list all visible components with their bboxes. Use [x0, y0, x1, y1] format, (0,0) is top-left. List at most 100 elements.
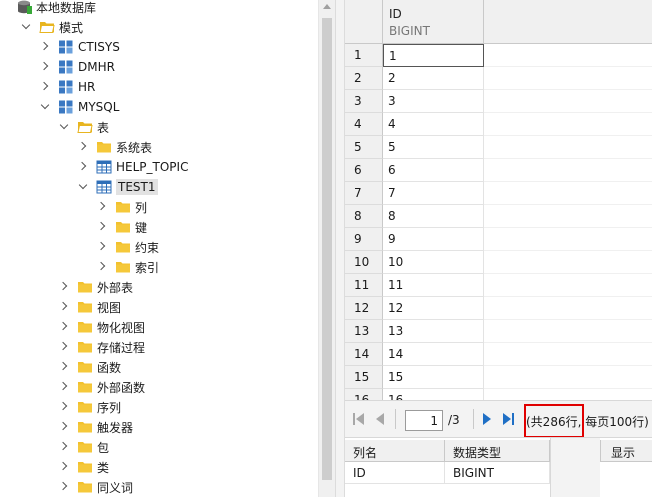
chevron-right-icon[interactable]	[40, 62, 50, 72]
props-cell-column-name[interactable]: ID	[345, 462, 445, 484]
cell-id[interactable]: 3	[383, 90, 484, 113]
row-number[interactable]: 7	[345, 182, 383, 205]
grid-corner[interactable]	[345, 0, 383, 44]
cell-id[interactable]: 12	[383, 297, 484, 320]
table-row[interactable]: 33	[345, 90, 652, 113]
tree-item[interactable]: 模式	[21, 17, 83, 37]
tree-item[interactable]: CTISYS	[40, 37, 120, 57]
table-row[interactable]: 77	[345, 182, 652, 205]
tree-item[interactable]: 列	[97, 197, 147, 217]
chevron-right-icon[interactable]	[59, 362, 69, 372]
tree-item[interactable]: 键	[97, 217, 147, 237]
tree-item[interactable]: 约束	[97, 237, 159, 257]
cell-id[interactable]: 10	[383, 251, 484, 274]
table-row[interactable]: 15 15	[345, 366, 652, 389]
chevron-right-icon[interactable]	[78, 142, 88, 152]
scroll-up-icon[interactable]	[323, 4, 331, 9]
table-row[interactable]: 55	[345, 136, 652, 159]
tree-item[interactable]: DMHR	[40, 57, 115, 77]
chevron-right-icon[interactable]	[59, 402, 69, 412]
row-number[interactable]: 9	[345, 228, 383, 251]
column-header-id[interactable]: ID BIGINT	[383, 0, 484, 44]
panel-splitter[interactable]	[335, 0, 345, 497]
row-number[interactable]: 5	[345, 136, 383, 159]
props-splitter[interactable]	[550, 438, 600, 497]
table-row[interactable]: 66	[345, 159, 652, 182]
tree-item[interactable]: 视图	[59, 297, 121, 317]
row-number[interactable]: 4	[345, 113, 383, 136]
tree-item[interactable]: 外部表	[59, 277, 133, 297]
cell-id[interactable]: 16	[383, 389, 484, 400]
row-number[interactable]: 10	[345, 251, 383, 274]
page-number-input[interactable]: 1	[405, 410, 443, 431]
tree-item[interactable]: 系统表	[78, 137, 152, 157]
props-header-column-name[interactable]: 列名	[345, 440, 445, 462]
row-number[interactable]: 15	[345, 366, 383, 389]
tree-item[interactable]: 外部函数	[59, 377, 145, 397]
cell-id[interactable]: 9	[383, 228, 484, 251]
table-row[interactable]: 44	[345, 113, 652, 136]
cell-id[interactable]: 4	[383, 113, 484, 136]
cell-id[interactable]: 5	[383, 136, 484, 159]
chevron-right-icon[interactable]	[59, 342, 69, 352]
table-row[interactable]: 13 13	[345, 320, 652, 343]
tree-item[interactable]: TEST1	[78, 177, 158, 197]
chevron-right-icon[interactable]	[59, 442, 69, 452]
tree-item[interactable]: 类	[59, 457, 109, 477]
next-page-icon[interactable]	[482, 412, 492, 426]
cell-id[interactable]: 1	[383, 44, 484, 67]
chevron-right-icon[interactable]	[40, 42, 50, 52]
row-number[interactable]: 14	[345, 343, 383, 366]
tree-item[interactable]: 物化视图	[59, 317, 145, 337]
chevron-right-icon[interactable]	[59, 462, 69, 472]
row-number[interactable]: 13	[345, 320, 383, 343]
tree-scrollbar[interactable]	[318, 0, 335, 497]
last-page-icon[interactable]	[502, 412, 515, 426]
row-number[interactable]: 6	[345, 159, 383, 182]
tree-item[interactable]: 触发器	[59, 417, 133, 437]
cell-id[interactable]: 6	[383, 159, 484, 182]
table-row[interactable]: 22	[345, 67, 652, 90]
chevron-down-icon[interactable]	[78, 182, 88, 192]
chevron-down-icon[interactable]	[40, 102, 50, 112]
tree-item[interactable]: 同义词	[59, 477, 133, 497]
row-number[interactable]: 1	[345, 44, 383, 67]
table-row[interactable]: 11	[345, 44, 652, 67]
chevron-right-icon[interactable]	[59, 422, 69, 432]
table-row[interactable]: 10 10	[345, 251, 652, 274]
table-row[interactable]: 16 16	[345, 389, 652, 400]
row-number[interactable]: 3	[345, 90, 383, 113]
cell-id[interactable]: 15	[383, 366, 484, 389]
row-number[interactable]: 11	[345, 274, 383, 297]
scrollbar-thumb[interactable]	[322, 18, 332, 480]
tree-item[interactable]: 表	[59, 117, 109, 137]
chevron-right-icon[interactable]	[40, 82, 50, 92]
tree-item[interactable]: 包	[59, 437, 109, 457]
chevron-right-icon[interactable]	[78, 162, 88, 172]
cell-id[interactable]: 11	[383, 274, 484, 297]
prev-page-icon[interactable]	[375, 412, 385, 426]
tree-item[interactable]: MYSQL	[40, 97, 119, 117]
cell-id[interactable]: 8	[383, 205, 484, 228]
table-row[interactable]: 12 12	[345, 297, 652, 320]
tree-item[interactable]: 存储过程	[59, 337, 145, 357]
table-row[interactable]: 88	[345, 205, 652, 228]
chevron-right-icon[interactable]	[59, 382, 69, 392]
table-row[interactable]: 11 11	[345, 274, 652, 297]
chevron-right-icon[interactable]	[59, 322, 69, 332]
tree-item[interactable]: 本地数据库	[16, 0, 96, 17]
props-header-show[interactable]: 显示	[600, 440, 652, 462]
cell-id[interactable]: 7	[383, 182, 484, 205]
tree-item[interactable]: HELP_TOPIC	[78, 157, 188, 177]
props-cell-data-type[interactable]: BIGINT	[445, 462, 550, 484]
chevron-right-icon[interactable]	[59, 282, 69, 292]
chevron-right-icon[interactable]	[59, 482, 69, 492]
row-number[interactable]: 16	[345, 389, 383, 400]
chevron-right-icon[interactable]	[97, 222, 107, 232]
first-page-icon[interactable]	[353, 412, 365, 426]
table-row[interactable]: 99	[345, 228, 652, 251]
props-header-data-type[interactable]: 数据类型	[445, 440, 550, 462]
tree-item[interactable]: HR	[40, 77, 95, 97]
chevron-down-icon[interactable]	[21, 22, 31, 32]
chevron-right-icon[interactable]	[97, 262, 107, 272]
